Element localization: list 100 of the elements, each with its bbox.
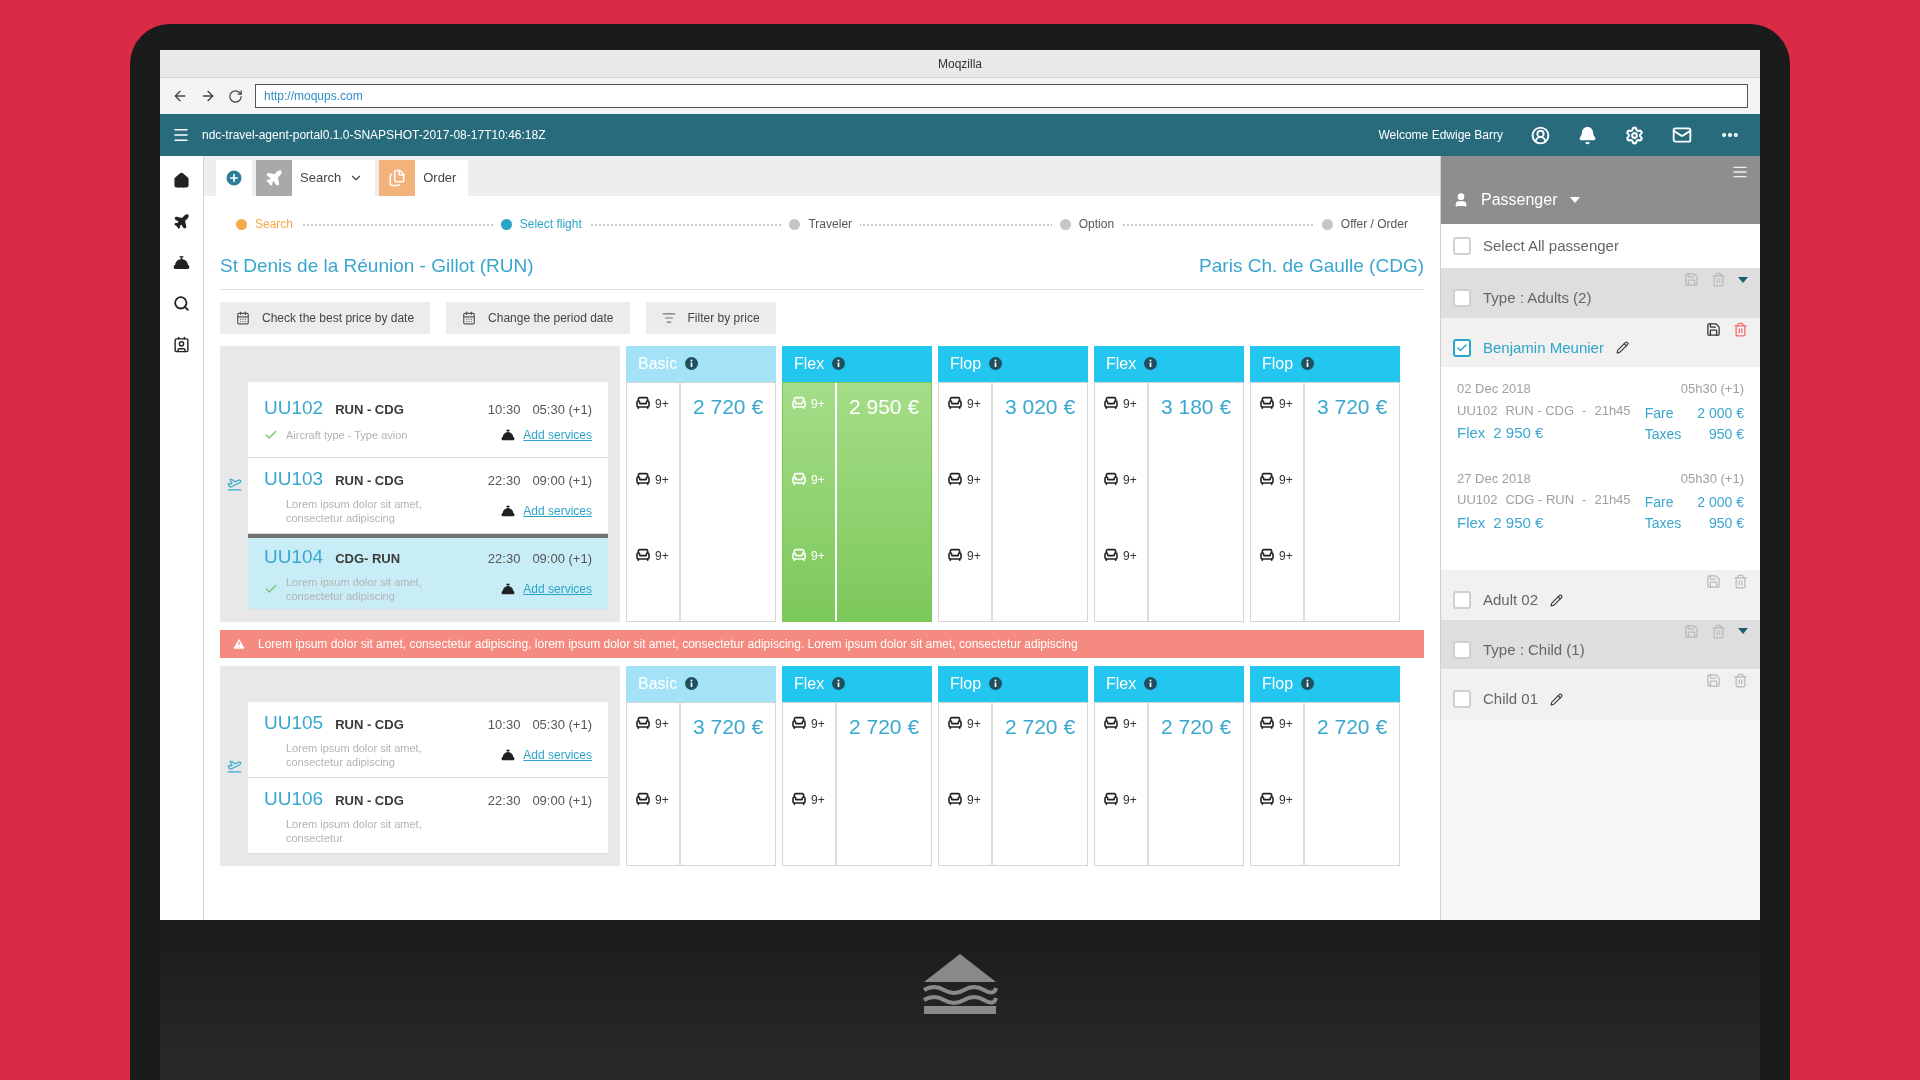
fare-column-body[interactable]: 9+ 9+ 2 720 € bbox=[782, 701, 932, 866]
menu-icon[interactable] bbox=[172, 126, 190, 144]
segment-date: 27 Dec 2018 bbox=[1457, 469, 1531, 488]
checkbox[interactable] bbox=[1453, 338, 1471, 357]
origin-airport: St Denis de la Réunion - Gillot (RUN) bbox=[220, 254, 534, 278]
info-icon[interactable] bbox=[989, 677, 1003, 690]
info-icon[interactable] bbox=[832, 357, 846, 370]
panel-title[interactable]: Passenger bbox=[1481, 188, 1558, 212]
flight-route: RUN - CDG bbox=[335, 715, 404, 734]
departure-time: 22:30 bbox=[487, 549, 521, 568]
flight-note: Lorem ipsum dolor sit amet, consectetur adipiscing bbox=[286, 497, 423, 526]
step-label[interactable]: Traveler bbox=[808, 215, 853, 233]
add-services-link[interactable]: Add services bbox=[523, 426, 592, 445]
seat-count: 9+ bbox=[1279, 395, 1293, 413]
info-icon[interactable] bbox=[832, 677, 846, 690]
passenger-type-label[interactable]: Type : Child (1) bbox=[1483, 638, 1585, 661]
pencil-icon[interactable] bbox=[1615, 341, 1629, 355]
info-icon[interactable] bbox=[1144, 357, 1158, 370]
caret-down-icon[interactable] bbox=[1569, 197, 1580, 203]
service-bell-icon[interactable] bbox=[173, 254, 190, 271]
fare-price[interactable]: 2 720 € bbox=[849, 714, 920, 738]
action-button[interactable]: Change the period date bbox=[446, 301, 630, 334]
fare-name: Flop bbox=[1262, 673, 1294, 694]
plane-icon[interactable] bbox=[173, 213, 190, 230]
add-services-link[interactable]: Add services bbox=[523, 746, 592, 765]
service-bell-icon bbox=[501, 582, 516, 597]
home-icon[interactable] bbox=[173, 172, 190, 189]
list-icon[interactable] bbox=[1732, 164, 1748, 180]
fare-price[interactable]: 3 180 € bbox=[1161, 394, 1232, 418]
step-label[interactable]: Offer / Order bbox=[1340, 215, 1408, 233]
reload-icon[interactable] bbox=[228, 88, 243, 104]
checkbox[interactable] bbox=[1453, 237, 1471, 255]
passenger-type-label[interactable]: Type : Adults (2) bbox=[1483, 287, 1592, 310]
fare-column-body[interactable]: 9+ 9+ 9+ 3 180 € bbox=[1094, 381, 1244, 622]
pencil-icon[interactable] bbox=[1550, 692, 1564, 706]
save-icon[interactable] bbox=[1706, 321, 1721, 337]
tab[interactable]: Order bbox=[379, 160, 469, 196]
fare-column-body[interactable]: 9+ 9+ 9+ 3 020 € bbox=[938, 381, 1088, 622]
mail-icon[interactable] bbox=[1672, 125, 1692, 145]
passenger-name[interactable]: Adult 02 bbox=[1483, 589, 1539, 612]
pencil-icon[interactable] bbox=[1550, 593, 1564, 607]
fare-price[interactable]: 2 720 € bbox=[693, 394, 764, 418]
bell-icon[interactable] bbox=[1578, 125, 1597, 145]
info-icon[interactable] bbox=[989, 357, 1003, 370]
plane-takeoff-icon bbox=[226, 758, 242, 773]
fare-column-body[interactable]: 9+ 9+ 3 720 € bbox=[626, 701, 776, 866]
fare-price[interactable]: 3 720 € bbox=[1317, 394, 1388, 418]
passenger-name[interactable]: Child 01 bbox=[1483, 688, 1539, 711]
add-services-link[interactable]: Add services bbox=[523, 502, 592, 521]
url-text: http://moqups.com bbox=[264, 88, 363, 105]
checkbox[interactable] bbox=[1453, 591, 1471, 610]
fare-column-body[interactable]: 9+ 9+ 2 720 € bbox=[938, 701, 1088, 866]
seat-count: 9+ bbox=[811, 471, 825, 489]
action-button[interactable]: Check the best price by date bbox=[220, 301, 431, 334]
flight-card[interactable]: UU102 RUN - CDG 10:30 05:30 (+1) Aircraft type - Type avion Add services bbox=[248, 381, 608, 458]
fare-price[interactable]: 3 020 € bbox=[1005, 394, 1076, 418]
tab[interactable]: Search bbox=[256, 160, 376, 196]
back-icon[interactable] bbox=[172, 88, 188, 104]
search-icon[interactable] bbox=[173, 295, 190, 312]
info-icon[interactable] bbox=[1301, 357, 1315, 370]
caret-down-icon[interactable] bbox=[1738, 628, 1748, 634]
checkbox[interactable] bbox=[1453, 640, 1471, 659]
segment-route: CDG - RUN bbox=[1505, 491, 1575, 509]
caret-down-icon[interactable] bbox=[1738, 276, 1748, 283]
contact-card-icon[interactable] bbox=[173, 336, 190, 353]
fare-column-body[interactable]: 9+ 9+ 9+ 2 720 € bbox=[626, 381, 776, 622]
add-tab-icon[interactable] bbox=[224, 168, 244, 188]
taxes-amount: 950 € bbox=[1707, 424, 1744, 444]
fare-column-body[interactable]: 9+ 9+ 9+ 3 720 € bbox=[1250, 381, 1400, 622]
fare-price[interactable]: 2 720 € bbox=[1161, 714, 1232, 738]
seat-icon bbox=[1259, 790, 1275, 807]
step-label[interactable]: Select flight bbox=[519, 215, 582, 233]
seat-count: 9+ bbox=[811, 395, 825, 413]
flight-card[interactable]: UU104 CDG- RUN 22:30 09:00 (+1) Lorem ipsum dolor sit amet, consectetur adipiscing Add services bbox=[248, 533, 608, 610]
forward-icon[interactable] bbox=[200, 88, 216, 104]
trash-icon[interactable] bbox=[1733, 321, 1748, 337]
action-button[interactable]: Filter by price bbox=[645, 301, 776, 334]
flight-note: Lorem ipsum dolor sit amet, consectetur adipiscing bbox=[286, 741, 423, 770]
fare-price[interactable]: 2 720 € bbox=[1317, 714, 1388, 738]
step-label[interactable]: Option bbox=[1078, 215, 1115, 233]
flight-card[interactable]: UU103 RUN - CDG 22:30 09:00 (+1) Lorem ipsum dolor sit amet, consectetur adipiscing Add services bbox=[248, 457, 608, 534]
fare-price[interactable]: 3 720 € bbox=[693, 714, 764, 738]
calendar-icon bbox=[462, 310, 477, 325]
info-icon[interactable] bbox=[685, 357, 699, 370]
info-icon[interactable] bbox=[1144, 677, 1158, 690]
fare-price[interactable]: 2 720 € bbox=[1005, 714, 1076, 738]
info-icon[interactable] bbox=[685, 677, 699, 690]
fare-column-body[interactable]: 9+ 9+ 2 720 € bbox=[1250, 701, 1400, 866]
checkbox[interactable] bbox=[1453, 289, 1471, 308]
checkbox[interactable] bbox=[1453, 690, 1471, 709]
flight-card[interactable]: UU105 RUN - CDG 10:30 05:30 (+1) Lorem ipsum dolor sit amet, consectetur adipiscing Add services bbox=[248, 701, 608, 778]
flight-card[interactable]: UU106 RUN - CDG 22:30 09:00 (+1) Lorem ipsum dolor sit amet, consectetur bbox=[248, 777, 608, 854]
fare-name: Flop bbox=[950, 353, 982, 374]
url-field[interactable]: http://moqups.com bbox=[255, 84, 1748, 108]
settings-icon[interactable] bbox=[1625, 125, 1644, 145]
info-icon[interactable] bbox=[1301, 677, 1315, 690]
seat-icon bbox=[1103, 394, 1119, 411]
departure-time: 10:30 bbox=[487, 400, 521, 419]
fare-column-body[interactable]: 9+ 9+ 2 720 € bbox=[1094, 701, 1244, 866]
user-icon[interactable] bbox=[1531, 125, 1550, 145]
